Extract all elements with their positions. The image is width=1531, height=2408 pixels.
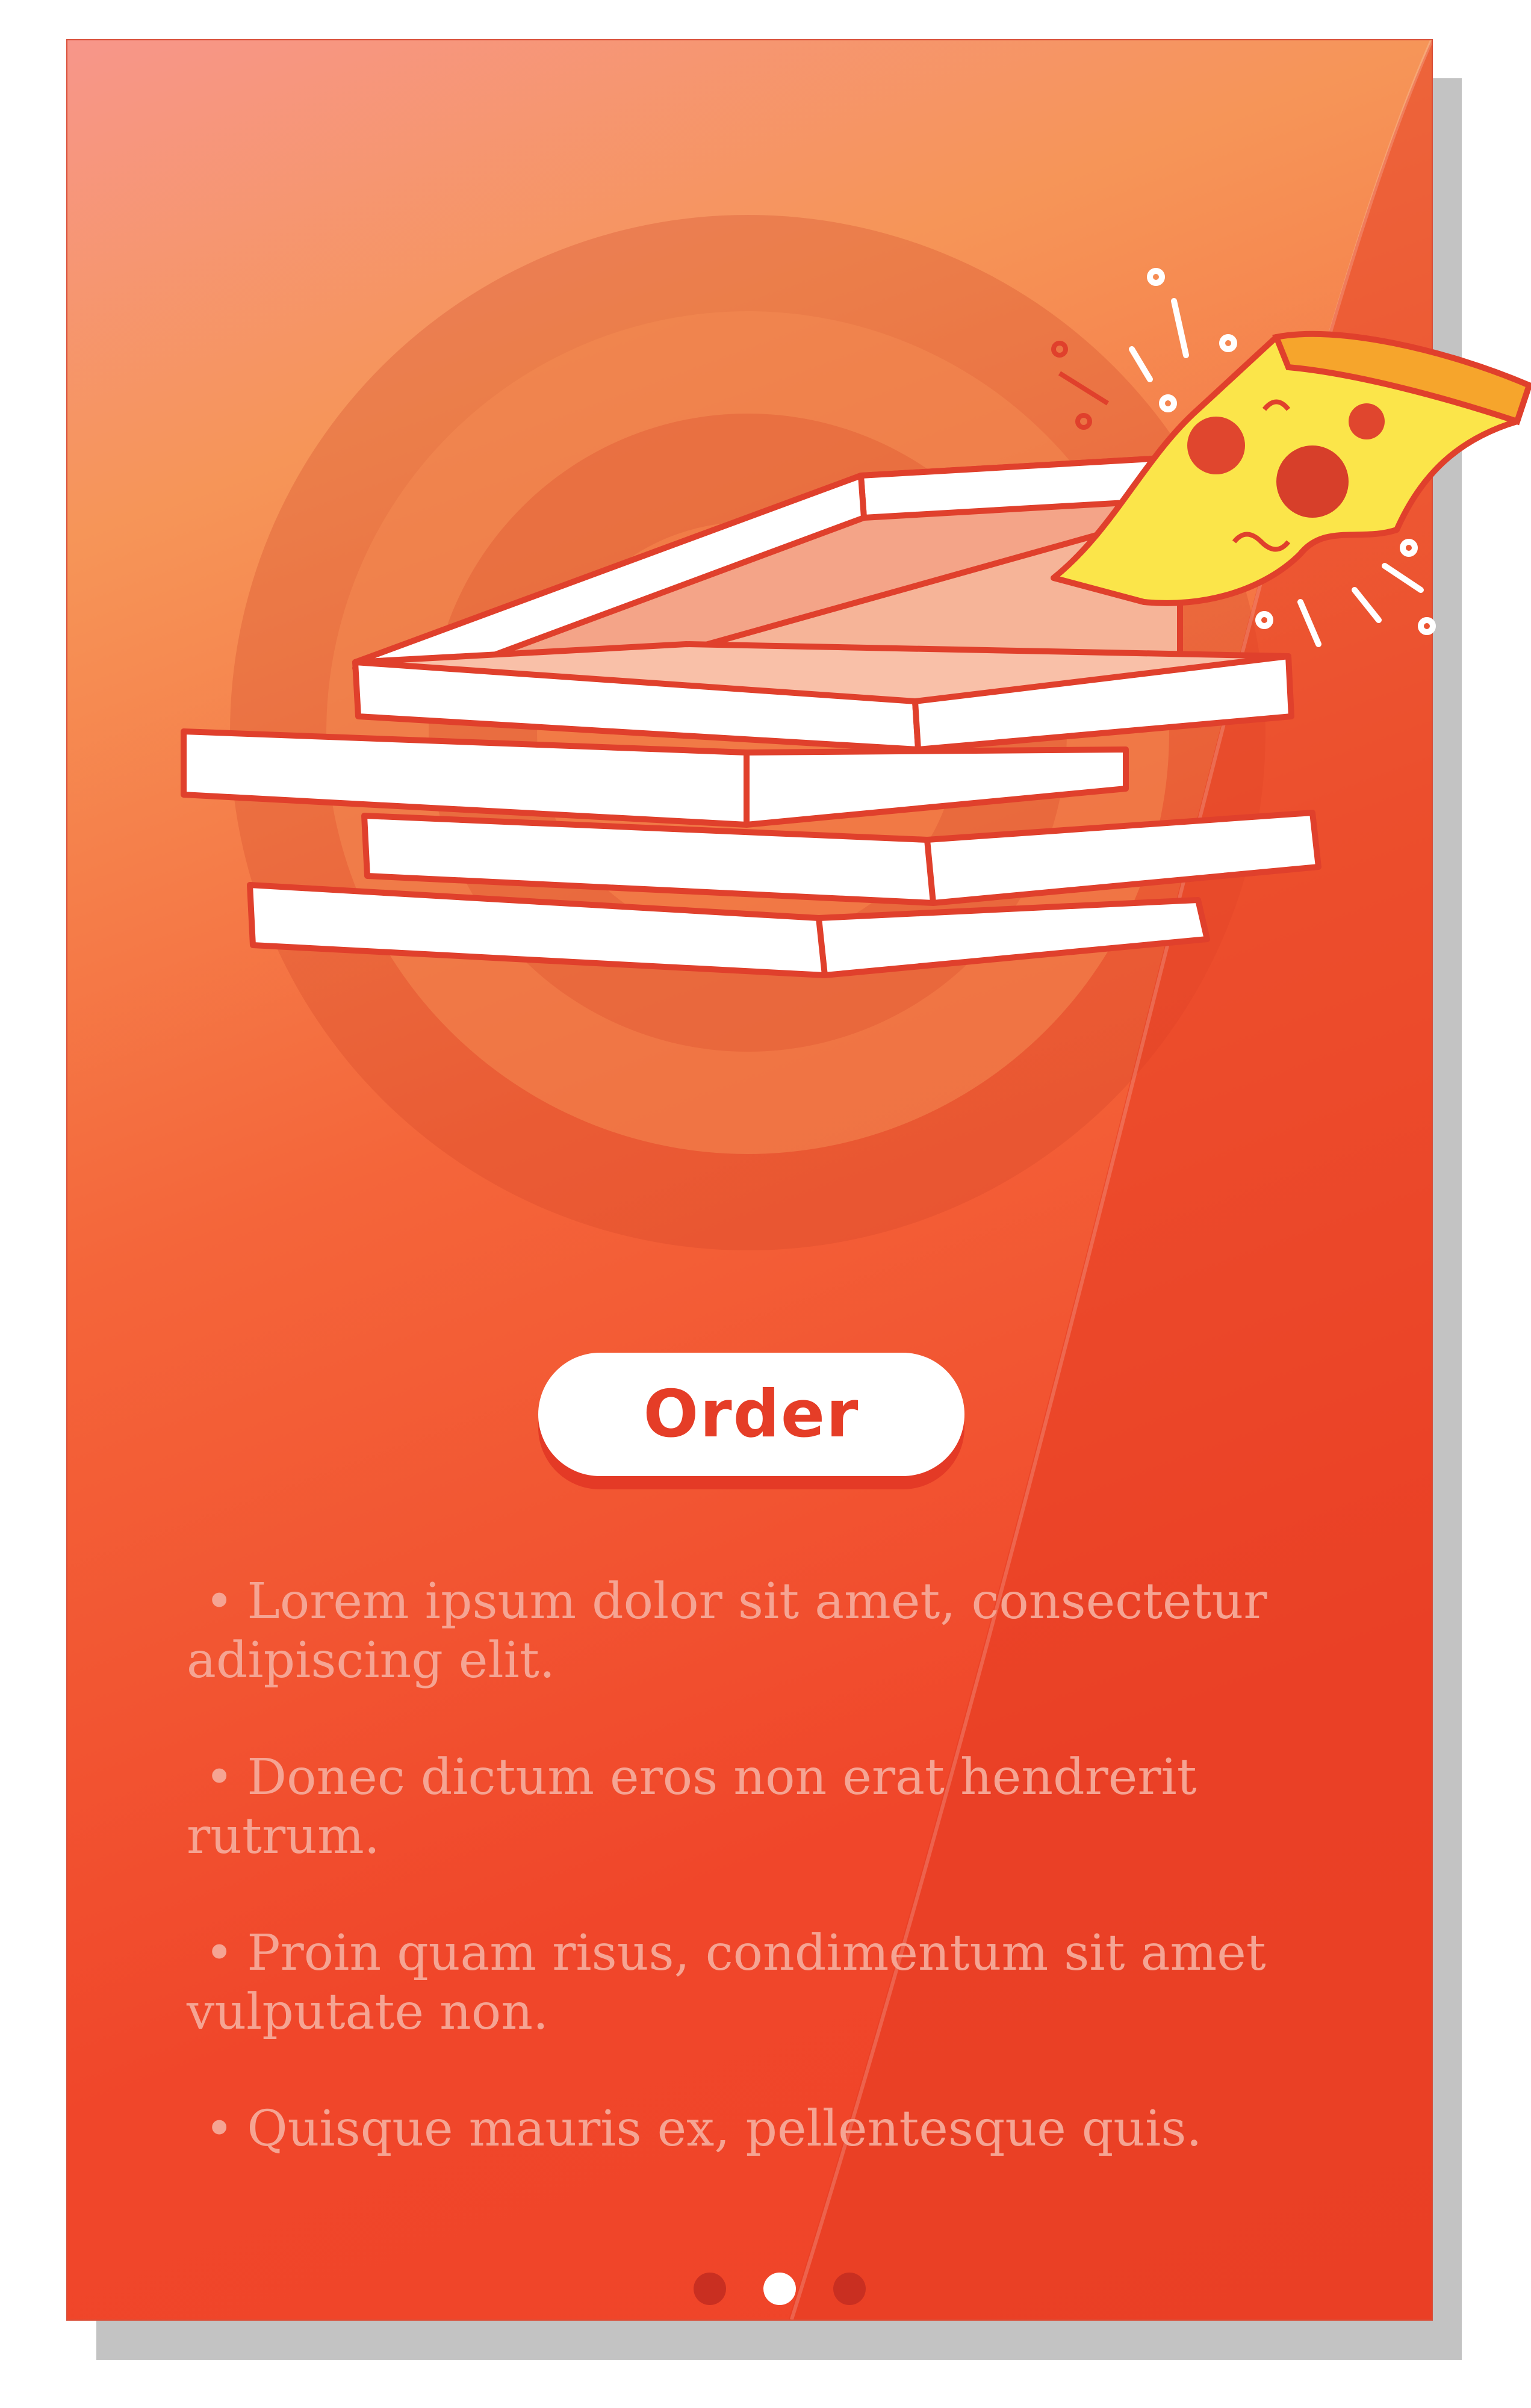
pizza-box-stack-illustration	[181, 268, 1531, 978]
pagination-dot-2[interactable]	[763, 2273, 796, 2305]
bullet-icon: •	[205, 1925, 234, 1982]
feature-text: Quisque mauris ex, pellentesque quis.	[247, 2100, 1202, 2158]
order-button[interactable]: Order	[538, 1353, 964, 1476]
feature-text: Donec dictum eros non erat hendrerit rut…	[187, 1749, 1197, 1865]
pagination-dot-1[interactable]	[694, 2273, 726, 2305]
feature-item: • Proin quam risus, condimentum sit amet …	[187, 1924, 1379, 2042]
pagination-dots	[694, 2271, 866, 2307]
feature-text: Lorem ipsum dolor sit amet, consectetur …	[187, 1573, 1267, 1689]
feature-text: Proin quam risus, condimentum sit amet v…	[187, 1925, 1266, 2041]
pagination-dot-3[interactable]	[833, 2273, 866, 2305]
feature-list: • Lorem ipsum dolor sit amet, consectetur…	[187, 1572, 1379, 2217]
feature-item: • Lorem ipsum dolor sit amet, consectetur…	[187, 1572, 1379, 1690]
bullet-icon: •	[205, 2100, 234, 2158]
bullet-icon: •	[205, 1749, 234, 1806]
feature-item: • Quisque mauris ex, pellentesque quis.	[187, 2100, 1379, 2159]
bullet-icon: •	[205, 1573, 234, 1630]
feature-item: • Donec dictum eros non erat hendrerit ru…	[187, 1748, 1379, 1866]
